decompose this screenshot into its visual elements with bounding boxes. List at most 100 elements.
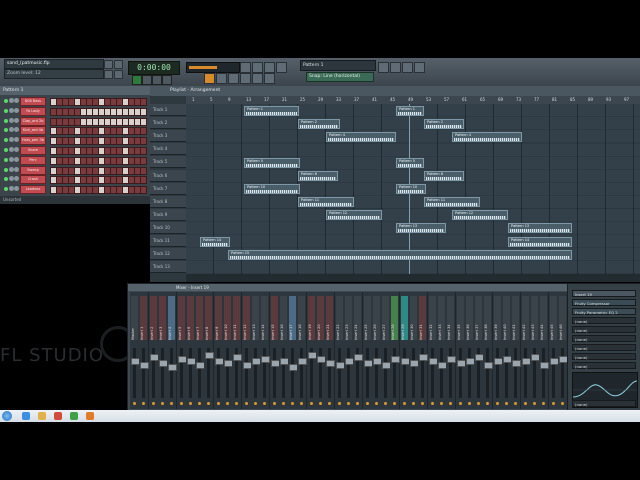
- mixer-fader-track[interactable]: [142, 348, 146, 398]
- channel-volume-knob[interactable]: [14, 176, 19, 182]
- fx-slot[interactable]: (none): [572, 344, 636, 351]
- pattern-clip[interactable]: Pattern 12: [452, 210, 508, 221]
- pattern-clip[interactable]: Pattern 13: [396, 223, 446, 234]
- channel-name-button[interactable]: Crash: [20, 175, 46, 185]
- pattern-clip[interactable]: Pattern 14: [200, 236, 230, 247]
- mixer-route-icon[interactable]: [281, 402, 285, 405]
- mixer-route-icon[interactable]: [179, 402, 183, 405]
- pattern-clip[interactable]: Pattern 12: [326, 210, 382, 221]
- mixer-fader-track[interactable]: [467, 348, 471, 398]
- mixer-route-icon[interactable]: [207, 402, 211, 405]
- fx-slot[interactable]: (none): [572, 353, 636, 360]
- mixer-fader-track[interactable]: [514, 348, 518, 398]
- mixer-route-icon[interactable]: [356, 402, 360, 405]
- channel-mute-icon[interactable]: [4, 148, 8, 152]
- channel-volume-knob[interactable]: [14, 117, 19, 123]
- channel-name-button[interactable]: Sweep: [20, 165, 46, 175]
- fx-output-slot[interactable]: (none): [572, 400, 636, 407]
- mixer-fader-track[interactable]: [133, 348, 136, 398]
- channel-mute-icon[interactable]: [4, 138, 8, 143]
- pattern-selector[interactable]: Pattern 1: [300, 60, 376, 71]
- fx-slot[interactable]: Fruity Parametric EQ 2: [572, 308, 636, 315]
- mixer-fader-track[interactable]: [337, 348, 341, 398]
- mixer-fader-track[interactable]: [439, 348, 443, 398]
- mixer-fader-track[interactable]: [346, 348, 350, 398]
- channel-row[interactable]: Sweep: [2, 165, 148, 175]
- mixer-fader-track[interactable]: [430, 348, 434, 398]
- track-label[interactable]: Track 6: [150, 169, 186, 182]
- mixer-route-icon[interactable]: [253, 402, 257, 405]
- channel-row[interactable]: Kick_ard 4b: [2, 126, 148, 136]
- step-button[interactable]: [140, 156, 147, 165]
- record-mode-icon[interactable]: [114, 70, 123, 79]
- pattern-clip[interactable]: Pattern 1: [244, 105, 299, 116]
- mixer-route-icon[interactable]: [458, 402, 462, 405]
- mixer-route-icon[interactable]: [477, 402, 481, 405]
- channel-mute-icon[interactable]: [4, 167, 8, 172]
- mixer-route-icon[interactable]: [235, 402, 239, 405]
- mixer-route-icon[interactable]: [272, 402, 276, 405]
- track-label[interactable]: Track 2: [150, 117, 186, 130]
- mixer-fader-track[interactable]: [226, 348, 229, 398]
- channel-volume-knob[interactable]: [14, 98, 19, 103]
- stop-button[interactable]: [142, 75, 152, 85]
- pattern-clip[interactable]: Pattern 15: [228, 249, 572, 260]
- mixer-fader-track[interactable]: [160, 348, 164, 398]
- mixer-route-icon[interactable]: [216, 402, 220, 405]
- mixer-route-icon[interactable]: [309, 402, 313, 405]
- mixer-route-icon[interactable]: [412, 402, 415, 405]
- channel-volume-knob[interactable]: [14, 166, 19, 172]
- mixer-route-icon[interactable]: [300, 402, 304, 405]
- track-label[interactable]: Track 8: [150, 195, 186, 208]
- channel-row[interactable]: Hats_pen 3b: [2, 136, 148, 146]
- mixer-fader-track[interactable]: [542, 348, 546, 398]
- channel-volume-knob[interactable]: [14, 147, 19, 152]
- pattern-clip[interactable]: Pattern 6: [298, 171, 338, 181]
- channel-name-button[interactable]: Leadvox: [20, 185, 46, 195]
- record-button[interactable]: [152, 75, 162, 85]
- app-taskbar-icon[interactable]: [86, 412, 94, 420]
- mixer-route-icon[interactable]: [551, 402, 555, 405]
- mixer-route-icon[interactable]: [486, 402, 490, 405]
- channel-row[interactable]: Fa Lady: [2, 106, 148, 116]
- mixer-route-icon[interactable]: [430, 402, 434, 405]
- track-label[interactable]: Track 10: [150, 221, 186, 234]
- track-label[interactable]: Track 3: [150, 130, 186, 143]
- channel-name-button[interactable]: Hats_pen 3b: [20, 136, 46, 146]
- mixer-fader-track[interactable]: [365, 348, 369, 398]
- browser-icon[interactable]: [228, 73, 239, 84]
- mixer-fader-track[interactable]: [402, 348, 406, 398]
- mixer-fader-track[interactable]: [495, 348, 499, 398]
- mixer-route-icon[interactable]: [374, 402, 378, 405]
- channel-volume-knob[interactable]: [14, 127, 19, 133]
- pattern-clip[interactable]: Pattern 10: [244, 184, 300, 195]
- fl-studio-taskbar-icon[interactable]: [70, 412, 78, 420]
- mixer-fader-track[interactable]: [486, 348, 490, 398]
- mixer-fader-track[interactable]: [384, 348, 388, 398]
- mixer-route-icon[interactable]: [291, 402, 295, 405]
- channel-name-button[interactable]: Perc: [20, 155, 46, 165]
- mixer-fader-track[interactable]: [523, 348, 527, 398]
- mixer-fader-track[interactable]: [198, 348, 202, 398]
- mixer-route-icon[interactable]: [467, 402, 471, 405]
- mixer-fader-track[interactable]: [291, 348, 295, 398]
- mixer-route-icon[interactable]: [523, 402, 527, 405]
- mixer-route-icon[interactable]: [495, 402, 499, 405]
- fx-slot[interactable]: (none): [572, 335, 636, 342]
- step-seq-icon[interactable]: [252, 62, 263, 73]
- track-label[interactable]: Track 4: [150, 143, 186, 156]
- snap-icon[interactable]: [240, 73, 251, 84]
- mixer-route-icon[interactable]: [198, 402, 202, 405]
- channel-mute-icon[interactable]: [4, 128, 8, 133]
- channel-volume-knob[interactable]: [14, 137, 19, 143]
- mixer-fader-track[interactable]: [328, 348, 332, 398]
- step-button[interactable]: [140, 147, 147, 155]
- mixer-fader-track[interactable]: [281, 348, 285, 398]
- help-icon[interactable]: [414, 62, 425, 73]
- mixer-route-icon[interactable]: [170, 402, 174, 405]
- mixer-route-icon[interactable]: [439, 402, 443, 405]
- pattern-clip[interactable]: Pattern 1: [396, 105, 424, 116]
- mixer-route-icon[interactable]: [263, 402, 267, 405]
- metronome-icon[interactable]: [104, 70, 113, 79]
- start-menu-icon[interactable]: [2, 411, 12, 421]
